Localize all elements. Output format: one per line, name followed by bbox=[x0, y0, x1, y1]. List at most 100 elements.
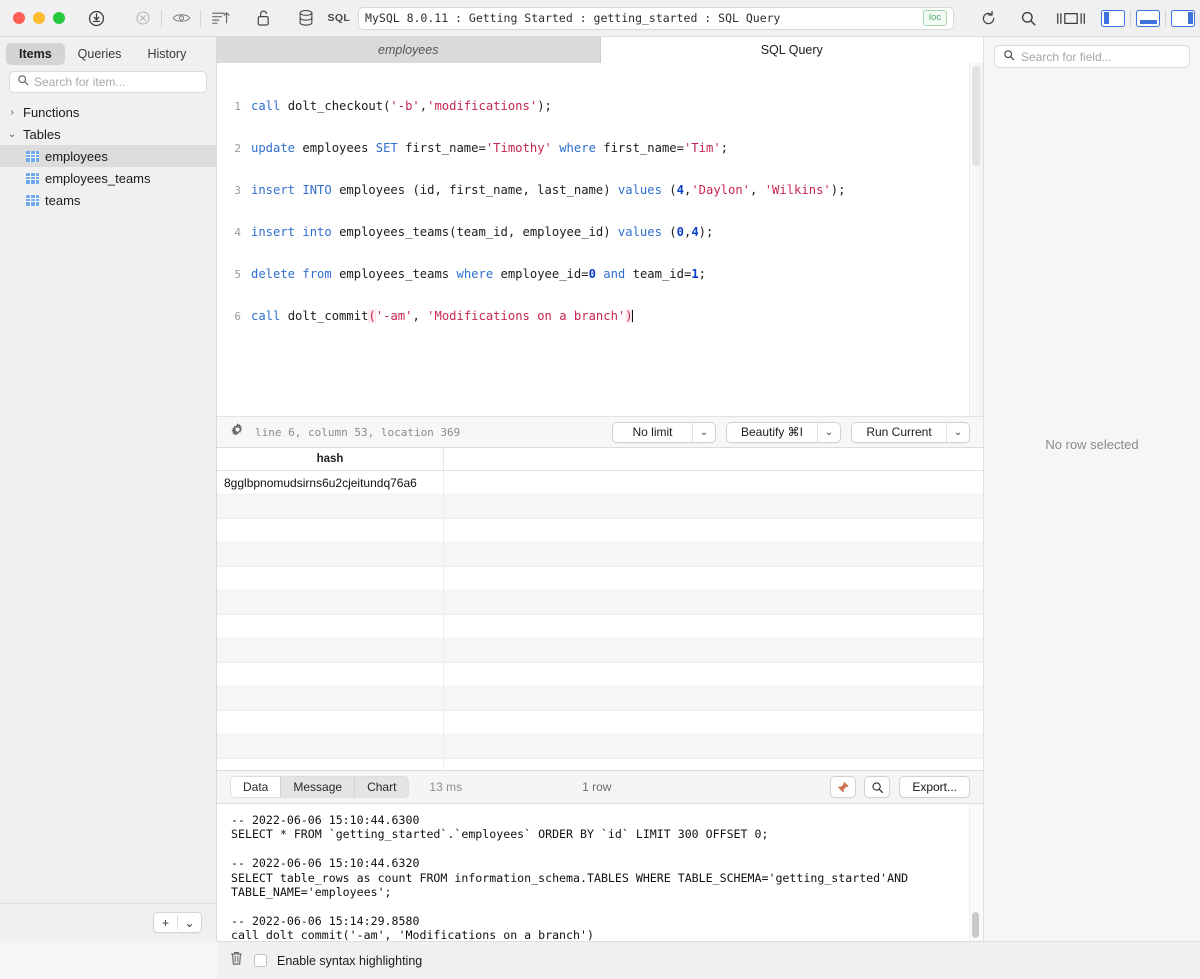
sidebar-tab-history[interactable]: History bbox=[134, 43, 199, 65]
cell-blank[interactable] bbox=[444, 687, 983, 710]
cell-blank[interactable] bbox=[444, 615, 983, 638]
cell-blank[interactable] bbox=[444, 663, 983, 686]
sidebar-tab-queries[interactable]: Queries bbox=[65, 43, 135, 65]
cell-hash[interactable] bbox=[217, 711, 444, 734]
sort-ascending-icon[interactable] bbox=[206, 6, 234, 30]
eye-icon[interactable] bbox=[167, 6, 195, 30]
table-row[interactable] bbox=[217, 543, 983, 567]
tree-group-functions[interactable]: › Functions bbox=[0, 101, 216, 123]
cell-hash[interactable]: 8gglbpnomudsirns6u2cjeitundq76a6 bbox=[217, 471, 444, 494]
table-row[interactable] bbox=[217, 591, 983, 615]
toggle-left-panel-button[interactable] bbox=[1101, 9, 1126, 27]
chevron-down-icon[interactable]: ⌄ bbox=[7, 129, 17, 140]
tab-message[interactable]: Message bbox=[281, 777, 356, 797]
cell-hash[interactable] bbox=[217, 519, 444, 542]
cell-blank[interactable] bbox=[444, 735, 983, 758]
table-row[interactable] bbox=[217, 519, 983, 543]
chevron-right-icon[interactable]: › bbox=[7, 107, 17, 118]
sidebar-item-teams[interactable]: teams bbox=[0, 189, 216, 211]
toolbar-divider bbox=[161, 9, 163, 27]
sql-editor[interactable]: 1 call dolt_checkout('-b','modifications'… bbox=[217, 63, 983, 416]
tree-group-label: Functions bbox=[23, 104, 80, 120]
run-current-button[interactable]: Run Current ⌄ bbox=[851, 421, 970, 443]
cell-blank[interactable] bbox=[444, 759, 983, 770]
tab-sql-query[interactable]: SQL Query bbox=[600, 37, 983, 63]
cell-blank[interactable] bbox=[444, 591, 983, 614]
table-row[interactable] bbox=[217, 759, 983, 770]
refresh-icon[interactable] bbox=[974, 6, 1002, 30]
table-row[interactable] bbox=[217, 687, 983, 711]
column-header-blank[interactable] bbox=[444, 448, 983, 470]
sidebar-item-employees[interactable]: employees bbox=[0, 145, 216, 167]
console-scroll-gutter[interactable] bbox=[969, 804, 983, 944]
table-row[interactable] bbox=[217, 663, 983, 687]
cell-hash[interactable] bbox=[217, 567, 444, 590]
add-item-plus[interactable]: + bbox=[154, 916, 177, 930]
cell-hash[interactable] bbox=[217, 495, 444, 518]
column-header-hash[interactable]: hash bbox=[217, 448, 444, 470]
tab-employees[interactable]: employees bbox=[217, 37, 601, 63]
console-log[interactable]: -- 2022-06-06 15:10:44.6300 SELECT * FROM… bbox=[217, 804, 983, 944]
cell-hash[interactable] bbox=[217, 663, 444, 686]
connection-bar[interactable]: MySQL 8.0.11 : Getting Started : getting… bbox=[358, 6, 955, 30]
table-row[interactable] bbox=[217, 639, 983, 663]
cell-hash[interactable] bbox=[217, 687, 444, 710]
chevron-down-icon[interactable]: ⌄ bbox=[693, 427, 715, 438]
cell-blank[interactable] bbox=[444, 543, 983, 566]
chevron-down-icon[interactable]: ⌄ bbox=[947, 427, 969, 438]
table-row[interactable]: 8gglbpnomudsirns6u2cjeitundq76a6 bbox=[217, 471, 983, 495]
sidebar-item-employees-teams[interactable]: employees_teams bbox=[0, 167, 216, 189]
editor-vertical-scrollbar[interactable] bbox=[972, 66, 980, 166]
editor-scroll-gutter[interactable] bbox=[969, 63, 983, 416]
cell-hash[interactable] bbox=[217, 591, 444, 614]
toggle-bottom-panel-button[interactable] bbox=[1136, 9, 1161, 27]
tab-data[interactable]: Data bbox=[231, 777, 282, 797]
cell-blank[interactable] bbox=[444, 639, 983, 662]
minimize-window-button[interactable] bbox=[33, 12, 45, 24]
tree-group-tables[interactable]: ⌄ Tables bbox=[0, 123, 216, 145]
tab-chart[interactable]: Chart bbox=[355, 777, 408, 797]
cell-blank[interactable] bbox=[444, 495, 983, 518]
syntax-highlighting-checkbox[interactable] bbox=[254, 954, 267, 967]
cell-hash[interactable] bbox=[217, 759, 444, 770]
close-window-button[interactable] bbox=[13, 12, 25, 24]
sidebar-tab-items[interactable]: Items bbox=[6, 43, 65, 65]
console-vertical-scrollbar[interactable] bbox=[972, 912, 979, 938]
toggle-right-panel-button[interactable] bbox=[1171, 9, 1196, 27]
database-icon[interactable] bbox=[292, 6, 320, 30]
cell-blank[interactable] bbox=[444, 471, 983, 494]
add-item-button[interactable]: + ⌄ bbox=[153, 912, 202, 933]
cell-hash[interactable] bbox=[217, 615, 444, 638]
unlock-icon[interactable] bbox=[250, 6, 278, 30]
sidebar-search-input[interactable]: Search for item... bbox=[9, 71, 207, 93]
panel-arrange-icon[interactable] bbox=[1054, 6, 1088, 30]
window-controls[interactable] bbox=[13, 12, 65, 24]
results-grid[interactable]: hash 8gglbpnomudsirns6u2cjeitundq76a6 bbox=[217, 448, 983, 770]
field-search-input[interactable]: Search for field... bbox=[994, 45, 1190, 68]
chevron-down-icon[interactable]: ⌄ bbox=[818, 427, 840, 438]
tadpole-app-icon[interactable] bbox=[83, 6, 111, 30]
trash-icon[interactable] bbox=[229, 950, 244, 971]
cell-hash[interactable] bbox=[217, 735, 444, 758]
chevron-down-icon[interactable]: ⌄ bbox=[178, 916, 201, 930]
limit-dropdown[interactable]: No limit ⌄ bbox=[612, 421, 716, 443]
table-row[interactable] bbox=[217, 711, 983, 735]
table-row[interactable] bbox=[217, 735, 983, 759]
pin-icon[interactable] bbox=[830, 776, 857, 798]
cell-hash[interactable] bbox=[217, 639, 444, 662]
maximize-window-button[interactable] bbox=[53, 12, 65, 24]
export-button[interactable]: Export... bbox=[899, 776, 970, 798]
table-row[interactable] bbox=[217, 495, 983, 519]
search-icon[interactable] bbox=[1014, 6, 1042, 30]
disconnect-icon[interactable] bbox=[129, 6, 157, 30]
cell-blank[interactable] bbox=[444, 711, 983, 734]
cell-blank[interactable] bbox=[444, 519, 983, 542]
results-search-icon[interactable] bbox=[864, 776, 891, 798]
table-row[interactable] bbox=[217, 615, 983, 639]
beautify-button[interactable]: Beautify ⌘I ⌄ bbox=[726, 421, 841, 443]
gear-icon[interactable] bbox=[230, 422, 245, 442]
cell-blank[interactable] bbox=[444, 567, 983, 590]
table-row[interactable] bbox=[217, 567, 983, 591]
cell-hash[interactable] bbox=[217, 543, 444, 566]
sql-code[interactable]: 1 call dolt_checkout('-b','modifications'… bbox=[217, 63, 983, 351]
